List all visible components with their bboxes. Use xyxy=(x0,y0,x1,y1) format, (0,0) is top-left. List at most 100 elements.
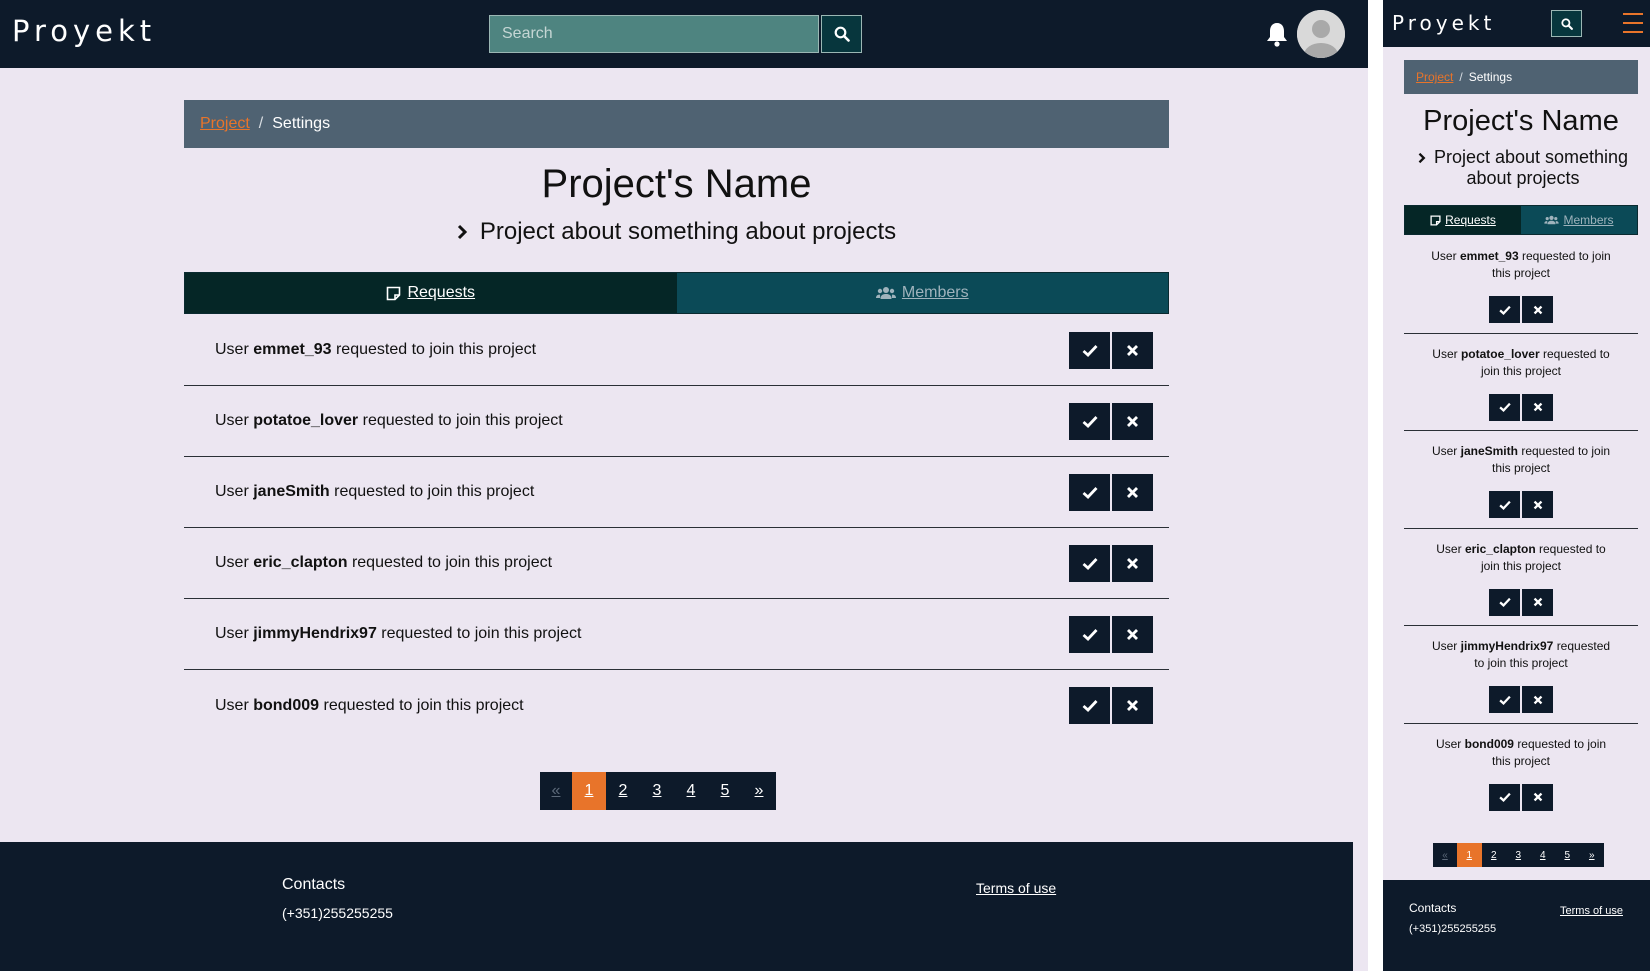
accept-button[interactable] xyxy=(1489,296,1520,323)
accept-button[interactable] xyxy=(1069,687,1110,724)
accept-button[interactable] xyxy=(1489,491,1520,518)
reject-button[interactable] xyxy=(1112,544,1153,582)
request-row: User emmet_93 requested to join this pro… xyxy=(1404,236,1638,334)
mobile-navbar: Proyekt xyxy=(1383,0,1650,47)
request-row: User emmet_93 requested to join this pro… xyxy=(184,315,1169,386)
pagination-page[interactable]: 1 xyxy=(1457,843,1482,867)
pagination-page[interactable]: 2 xyxy=(606,772,640,810)
request-text: User bond009 requested to join this proj… xyxy=(1426,736,1616,774)
request-prefix: User xyxy=(215,696,249,714)
notifications-button[interactable] xyxy=(1264,20,1290,48)
request-actions xyxy=(1069,473,1153,511)
pagination-next[interactable]: » xyxy=(1580,843,1605,867)
pagination-page[interactable]: 5 xyxy=(708,772,742,810)
request-prefix: User xyxy=(1436,541,1462,556)
pagination-page[interactable]: 4 xyxy=(674,772,708,810)
edit-square-icon xyxy=(1430,214,1441,226)
navbar: Proyekt xyxy=(0,0,1368,68)
pagination-next[interactable]: » xyxy=(742,772,776,810)
pagination-page[interactable]: 3 xyxy=(640,772,674,810)
pagination-page[interactable]: 4 xyxy=(1531,843,1556,867)
tab-members-label: Members xyxy=(901,284,969,301)
request-username: janeSmith xyxy=(1460,444,1518,458)
check-icon xyxy=(1082,486,1098,499)
accept-button[interactable] xyxy=(1069,544,1110,582)
request-actions xyxy=(1489,296,1553,323)
mobile-request-list: User emmet_93 requested to join this pro… xyxy=(1404,236,1638,821)
breadcrumb-separator: / xyxy=(258,115,264,132)
request-row: User eric_clapton requested to join this… xyxy=(1404,529,1638,626)
accept-button[interactable] xyxy=(1069,473,1110,511)
terms-of-use-link[interactable]: Terms of use xyxy=(1560,905,1623,917)
accept-button[interactable] xyxy=(1489,783,1520,811)
request-suffix: requested to join this project xyxy=(334,483,535,500)
request-text: User bond009 requested to join this proj… xyxy=(215,697,524,715)
accept-button[interactable] xyxy=(1069,331,1110,369)
reject-button[interactable] xyxy=(1522,686,1553,713)
search-button[interactable] xyxy=(821,15,862,53)
close-icon xyxy=(1127,557,1138,569)
request-text: User potatoe_lover requested to join thi… xyxy=(215,412,563,430)
breadcrumb-project-link[interactable]: Project xyxy=(200,115,250,133)
check-icon xyxy=(1082,557,1098,570)
request-username: potatoe_lover xyxy=(253,412,359,429)
request-username: potatoe_lover xyxy=(1460,346,1540,361)
request-actions xyxy=(1069,544,1153,582)
terms-of-use-link[interactable]: Terms of use xyxy=(976,880,1056,896)
pagination-page[interactable]: 3 xyxy=(1506,843,1531,867)
mobile-logo[interactable]: Proyekt xyxy=(1392,11,1495,35)
check-icon xyxy=(1498,597,1511,607)
tab-requests[interactable]: Requests xyxy=(185,273,677,313)
search-input[interactable] xyxy=(489,15,819,53)
request-text: User janeSmith requested to join this pr… xyxy=(1426,443,1616,481)
check-icon xyxy=(1498,695,1511,705)
hamburger-menu-icon[interactable] xyxy=(1623,13,1643,33)
logo[interactable]: Proyekt xyxy=(12,14,156,48)
reject-button[interactable] xyxy=(1112,402,1153,440)
request-suffix: requested to join this project xyxy=(362,412,563,429)
pagination-page[interactable]: 5 xyxy=(1555,843,1580,867)
request-prefix: User xyxy=(215,625,249,642)
close-icon xyxy=(1533,402,1542,412)
accept-button[interactable] xyxy=(1489,686,1520,713)
request-text: User emmet_93 requested to join this pro… xyxy=(215,341,536,359)
reject-button[interactable] xyxy=(1112,687,1153,724)
accept-button[interactable] xyxy=(1069,402,1110,440)
reject-button[interactable] xyxy=(1522,491,1553,518)
accept-button[interactable] xyxy=(1069,615,1110,653)
tab-members[interactable]: Members xyxy=(676,273,1168,313)
avatar[interactable] xyxy=(1297,10,1345,58)
reject-button[interactable] xyxy=(1112,615,1153,653)
reject-button[interactable] xyxy=(1522,296,1553,323)
reject-button[interactable] xyxy=(1112,473,1153,511)
tab-members[interactable]: Members xyxy=(1521,206,1637,234)
pagination-page[interactable]: 1 xyxy=(572,772,606,810)
reject-button[interactable] xyxy=(1522,393,1553,421)
pagination-prev[interactable]: « xyxy=(540,772,572,810)
reject-button[interactable] xyxy=(1112,331,1153,369)
reject-button[interactable] xyxy=(1522,588,1553,616)
pagination-page[interactable]: 2 xyxy=(1482,843,1507,867)
accept-button[interactable] xyxy=(1489,588,1520,616)
request-username: eric_clapton xyxy=(253,554,348,571)
request-row: User jimmyHendrix97 requested to join th… xyxy=(184,599,1169,670)
request-row: User bond009 requested to join this proj… xyxy=(184,670,1169,741)
check-icon xyxy=(1082,700,1098,712)
request-prefix: User xyxy=(1435,736,1462,751)
request-row: User potatoe_lover requested to join thi… xyxy=(184,386,1169,457)
request-actions xyxy=(1489,491,1553,518)
check-icon xyxy=(1082,415,1098,428)
bell-icon xyxy=(1267,23,1287,47)
request-suffix: requested to join this project xyxy=(381,625,582,642)
footer-phone: (+351)255255255 xyxy=(282,905,393,921)
chevron-right-icon xyxy=(1418,153,1426,164)
pagination-prev[interactable]: « xyxy=(1433,843,1457,867)
close-icon xyxy=(1127,700,1138,711)
accept-button[interactable] xyxy=(1489,393,1520,421)
request-actions xyxy=(1069,615,1153,653)
tab-requests[interactable]: Requests xyxy=(1405,206,1521,234)
mobile-search-button[interactable] xyxy=(1551,10,1582,37)
breadcrumb-project-link[interactable]: Project xyxy=(1416,70,1453,84)
reject-button[interactable] xyxy=(1522,783,1553,811)
request-prefix: User xyxy=(1431,639,1458,653)
